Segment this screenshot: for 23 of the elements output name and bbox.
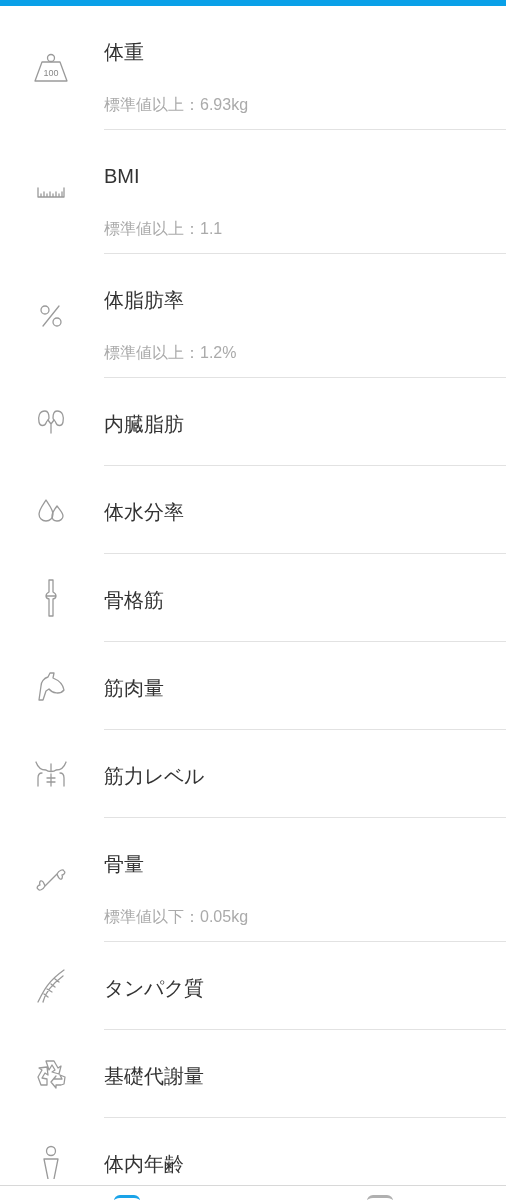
item-title: 体水分率	[104, 500, 184, 525]
item-title: 筋肉量	[104, 676, 164, 701]
item-title: タンパク質	[104, 976, 204, 1001]
item-title: 基礎代謝量	[104, 1064, 204, 1089]
item-title: 内臓脂肪	[104, 412, 184, 437]
item-title: 筋力レベル	[104, 764, 204, 789]
ruler-icon	[37, 186, 65, 198]
item-title: BMI	[104, 164, 140, 189]
item-title: 体脂肪率	[104, 288, 184, 313]
torso-icon	[34, 760, 68, 788]
item-title: 骨格筋	[104, 588, 164, 613]
person-icon	[41, 1145, 61, 1179]
percent-icon	[38, 303, 64, 329]
item-title: 体重	[104, 40, 144, 65]
item-note: 標準値以上：1.1	[104, 219, 223, 239]
item-note: 標準値以上：6.93kg	[104, 95, 249, 115]
item-title: 体内年齢	[104, 1152, 184, 1177]
water-drops-icon	[36, 497, 66, 523]
kidney-icon	[36, 409, 66, 435]
item-title: 骨量	[104, 852, 144, 877]
recycle-icon	[34, 1057, 68, 1091]
item-note: 標準値以下：0.05kg	[104, 907, 249, 927]
item-note: 標準値以上：1.2%	[104, 343, 237, 363]
